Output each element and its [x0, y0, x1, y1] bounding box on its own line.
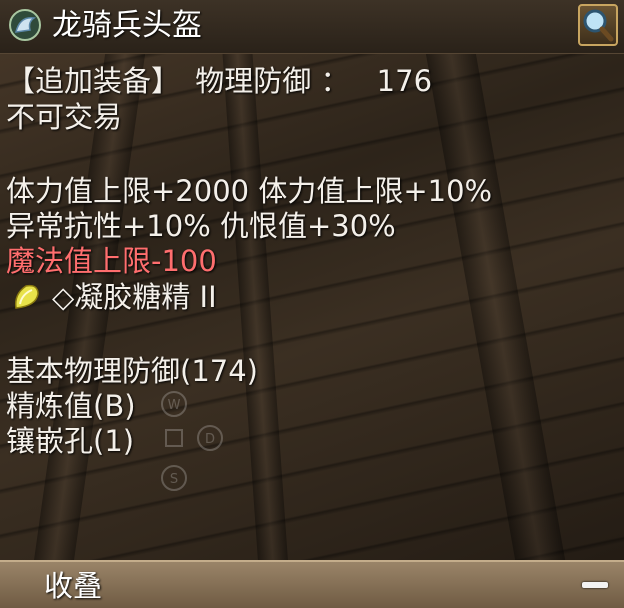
search-icon: [583, 9, 614, 42]
base-defense: 基本物理防御(174): [6, 354, 258, 388]
item-helmet-icon: [8, 8, 42, 42]
movement-keys-overlay: W D S: [152, 386, 232, 496]
collapse-label[interactable]: 收叠: [44, 566, 102, 606]
item-title: 龙骑兵头盔: [52, 8, 202, 43]
equip-defense-line: 【追加装备】 物理防御 ： 176: [6, 64, 432, 98]
title-bar: 龙骑兵头盔: [0, 0, 624, 54]
gem-icon: [12, 282, 46, 316]
search-button[interactable]: [578, 4, 618, 46]
minus-icon[interactable]: [582, 582, 608, 588]
attribute-line-negative: 魔法值上限-100: [6, 244, 217, 278]
attribute-line-1: 体力值上限+2000 体力值上限+10%: [6, 174, 493, 208]
footer-bar[interactable]: 收叠: [0, 560, 624, 608]
gem-line: ◇凝胶糖精 II: [52, 280, 217, 314]
key-d: D: [205, 432, 215, 447]
key-s: S: [170, 472, 178, 487]
key-w: W: [168, 398, 181, 413]
attribute-line-2: 异常抗性+10% 仇恨值+30%: [6, 209, 396, 243]
trade-status: 不可交易: [6, 100, 123, 134]
defense-label: 物理防御 ：: [195, 64, 350, 98]
socket-count: 镶嵌孔(1): [6, 424, 135, 458]
equip-tag: 【追加装备】: [6, 64, 181, 98]
defense-value: 176: [376, 64, 433, 98]
refine-value: 精炼值(B): [6, 389, 136, 423]
